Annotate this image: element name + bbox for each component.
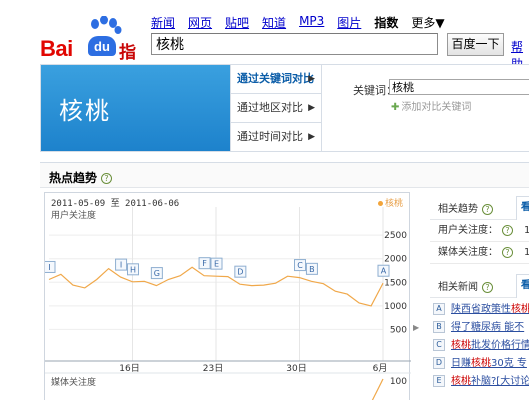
news-title[interactable]: 核桃补脑?[大讨论	[451, 376, 529, 387]
event-flag-label: E	[214, 260, 219, 269]
compare-tabs: 通过关键词对比 ▶ 通过地区对比 ▶ 通过时间对比 ▶	[230, 65, 322, 151]
nav-mp3[interactable]: MP3	[299, 14, 324, 31]
related-trends-tab[interactable]: 看	[516, 196, 529, 220]
x-tick-label: 6月	[373, 363, 388, 374]
news-letter-badge: C	[433, 339, 445, 351]
compare-by-time-tab[interactable]: 通过时间对比 ▶	[231, 123, 321, 152]
y-tick-label: 2000	[384, 255, 407, 265]
related-news-title: 相关新闻?	[438, 278, 493, 293]
y-tick-label: 2500	[384, 231, 407, 241]
keyword-banner: 核桃	[41, 65, 230, 151]
related-news-tab[interactable]: 看	[516, 274, 529, 298]
news-title[interactable]: 陕西省政策性核桃补	[451, 304, 529, 315]
event-flag-label: I	[120, 261, 122, 270]
add-compare-link[interactable]: ✚ 添加对比关键词	[391, 98, 471, 113]
event-flag-label: G	[154, 269, 160, 278]
side-panel: 相关趋势? 看 用户关注度：? 1 媒体关注度：? 1 相关新闻? 看 A 陕西省…	[430, 192, 529, 391]
event-flag-label: F	[202, 259, 207, 268]
help-icon[interactable]: ?	[482, 281, 493, 293]
related-trends-header: 相关趋势? 看	[430, 192, 529, 220]
nav-index[interactable]: 指数	[374, 14, 398, 31]
x-tick-label: 16日	[119, 363, 139, 374]
compare-by-time-label: 通过时间对比	[237, 130, 303, 143]
nav-images[interactable]: 图片	[337, 14, 361, 31]
news-item[interactable]: A 陕西省政策性核桃补	[430, 301, 529, 319]
media-attention-row: 媒体关注度：? 1	[430, 242, 529, 264]
compare-by-region-tab[interactable]: 通过地区对比 ▶	[231, 94, 321, 123]
news-highlight: 核桃	[451, 340, 471, 351]
nav-web[interactable]: 网页	[188, 14, 212, 31]
event-flag-label: I	[48, 263, 50, 272]
help-icon[interactable]: ?	[502, 246, 513, 258]
news-list: A陕西省政策性核桃补B得了糖尿病 能不C核桃批发价格行情D日赚核桃30克 专E核…	[430, 298, 529, 391]
nav-tieba[interactable]: 贴吧	[225, 14, 249, 31]
event-flag-label: C	[297, 261, 303, 270]
x-tick-label: 23日	[203, 363, 223, 374]
baidu-index-page: Bai du 指数 新闻 网页 贴吧 知道 MP3 图片 指数 更多▼ 百度一下…	[0, 0, 529, 400]
compare-by-keyword-tab[interactable]: 通过关键词对比 ▶	[231, 65, 321, 94]
hot-trends-title-text: 热点趋势	[49, 171, 98, 185]
media-attention-row-label: 媒体关注度：	[438, 247, 498, 258]
news-letter-badge: E	[433, 375, 445, 387]
compare-by-region-label: 通过地区对比	[237, 101, 303, 114]
news-title[interactable]: 核桃批发价格行情	[451, 340, 529, 351]
event-flag-label: A	[381, 267, 387, 276]
media-y-tick-label: 100	[390, 377, 407, 387]
news-letter-badge: B	[433, 321, 445, 333]
related-news-title-text: 相关新闻	[438, 282, 478, 293]
help-icon[interactable]: ?	[101, 173, 113, 184]
related-trends-title-text: 相关趋势	[438, 204, 478, 215]
logo-bai-text: Bai	[40, 36, 73, 61]
y-tick-label: 1000	[384, 302, 407, 312]
event-flag-label: B	[309, 265, 315, 274]
y-tick-label: 1500	[384, 278, 407, 288]
related-news-header: 相关新闻? 看	[430, 270, 529, 298]
trend-chart: 2011-05-09 至 2011-06-06 核桃 用户关注度 媒体关注度 5…	[44, 192, 411, 400]
search-input[interactable]	[151, 33, 438, 55]
news-highlight: 核桃	[451, 376, 471, 387]
keyword-field[interactable]	[389, 79, 529, 95]
triangle-right-icon: ▶	[308, 103, 315, 113]
related-trends-title: 相关趋势?	[438, 200, 493, 215]
keyword-title: 核桃	[59, 97, 111, 125]
baidu-logo[interactable]: Bai du 指数	[38, 14, 138, 88]
compare-by-keyword-label: 通过关键词对比	[237, 72, 314, 85]
event-flag-label: D	[237, 268, 243, 277]
news-title[interactable]: 得了糖尿病 能不	[451, 322, 524, 333]
news-highlight: 核桃	[511, 304, 529, 315]
plus-icon: ✚	[391, 102, 400, 113]
triangle-right-icon: ▶	[308, 132, 315, 142]
keyword-panel: 核桃 通过关键词对比 ▶ 通过地区对比 ▶ 通过时间对比 ▶ 关键词： ✚添加对…	[40, 64, 529, 152]
triangle-right-icon: ▶	[308, 74, 315, 84]
hot-trends-header: 热点趋势?	[40, 162, 529, 188]
help-icon[interactable]: ?	[482, 203, 493, 215]
nav-zhidao[interactable]: 知道	[262, 14, 286, 31]
add-compare-label: 添加对比关键词	[401, 102, 472, 113]
news-item[interactable]: C 核桃批发价格行情	[430, 337, 529, 355]
news-item[interactable]: E 核桃补脑?[大讨论	[430, 373, 529, 391]
user-attention-row-value: 1	[524, 225, 529, 236]
x-tick-label: 30日	[286, 363, 306, 374]
nav-news[interactable]: 新闻	[151, 14, 175, 31]
y-tick-label: 500	[390, 325, 407, 335]
media-series-line	[371, 378, 384, 400]
search-button[interactable]: 百度一下	[447, 33, 504, 56]
news-letter-badge: A	[433, 303, 445, 315]
event-flag-label: H	[130, 265, 136, 274]
logo-du-text: du	[88, 36, 116, 56]
news-highlight: 核桃	[471, 358, 491, 369]
news-item[interactable]: D 日赚核桃30克 专	[430, 355, 529, 373]
chart-expand-arrow-icon[interactable]: ▶	[413, 323, 419, 332]
user-attention-row: 用户关注度：? 1	[430, 220, 529, 242]
media-attention-row-value: 1	[524, 247, 529, 258]
top-nav: 新闻 网页 贴吧 知道 MP3 图片 指数 更多▼	[151, 14, 458, 31]
hot-trends-title: 热点趋势?	[49, 169, 113, 186]
news-title[interactable]: 日赚核桃30克 专	[451, 358, 527, 369]
news-item[interactable]: B 得了糖尿病 能不	[430, 319, 529, 337]
nav-more[interactable]: 更多▼	[411, 14, 444, 31]
user-attention-row-label: 用户关注度：	[438, 225, 498, 236]
help-icon[interactable]: ?	[502, 224, 513, 236]
trend-chart-plot[interactable]: 500100015002000250016日 23日 30日 6月100I IH GF ED…	[45, 193, 411, 400]
news-letter-badge: D	[433, 357, 445, 369]
